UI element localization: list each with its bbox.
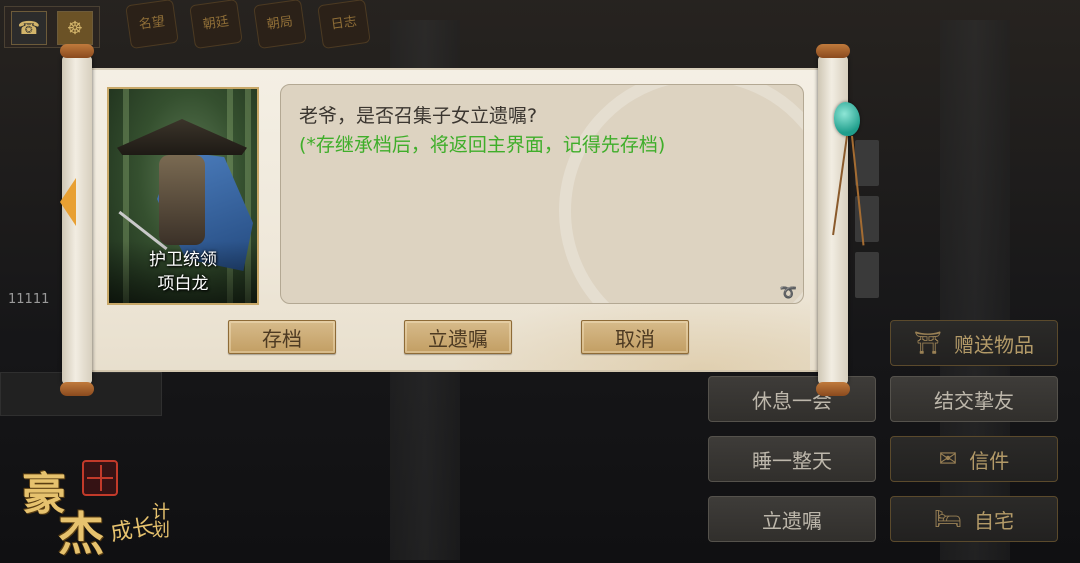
sleep-label: 睡一整天 <box>752 448 832 473</box>
bed-icon: 🛏 <box>934 506 962 532</box>
will-action-label: 立遗嘱 <box>762 508 822 533</box>
envelope-icon: ✉ <box>938 446 958 472</box>
phone-icon[interactable]: ☎ <box>11 11 47 45</box>
home-label: 自宅 <box>973 508 1014 533</box>
tab-fame[interactable]: 名望 <box>125 0 179 50</box>
gift-item-label: 赠送物品 <box>953 332 1034 357</box>
make-will-button[interactable]: 立遗嘱 <box>404 320 512 354</box>
character-title: 护卫统领 <box>149 250 217 270</box>
tab-situation[interactable]: 朝局 <box>253 0 307 50</box>
rest-button[interactable]: 休息一会 <box>708 376 876 422</box>
character-portrait: 护卫统领 项白龙 <box>107 87 259 305</box>
sleep-button[interactable]: 睡一整天 <box>708 436 876 482</box>
left-value: 11111 <box>8 292 50 307</box>
speech-box: 老爷，是否召集子女立遗嘱? (*存继承档后，将返回主界面，记得先存档) ➰ <box>280 84 804 304</box>
tab-log[interactable]: 日志 <box>317 0 371 50</box>
curl-ornament-icon: ➰ <box>779 285 797 301</box>
logo-char-2: 杰 <box>58 507 104 561</box>
gift-item-button[interactable]: ⛩ 赠送物品 <box>890 320 1058 366</box>
gift-icon: ⛩ <box>914 330 942 356</box>
befriend-button[interactable]: 结交挚友 <box>890 376 1058 422</box>
top-left-panel: ☎ ☸ <box>4 6 100 48</box>
game-logo: 豪 杰 成长 计划 <box>18 458 183 561</box>
letters-button[interactable]: ✉ 信件 <box>890 436 1058 482</box>
character-name: 项白龙 <box>157 274 209 294</box>
will-action-button[interactable]: 立遗嘱 <box>708 496 876 542</box>
meditate-icon[interactable]: ☸ <box>57 11 93 45</box>
background-buttons <box>855 140 879 340</box>
tab-court[interactable]: 朝廷 <box>189 0 243 50</box>
cancel-button[interactable]: 取消 <box>581 320 689 354</box>
home-button[interactable]: 🛏 自宅 <box>890 496 1058 542</box>
dialog-message: 老爷，是否召集子女立遗嘱? <box>299 105 538 127</box>
save-button[interactable]: 存档 <box>228 320 336 354</box>
top-tabs: 名望 朝廷 朝局 日志 <box>125 0 371 50</box>
character-name-box: 护卫统领 项白龙 <box>109 241 257 303</box>
logo-small-2: 计划 <box>149 502 170 538</box>
jade-pendant-icon <box>834 102 860 136</box>
letters-label: 信件 <box>969 448 1010 473</box>
left-arrow-icon <box>60 178 76 226</box>
seal-icon <box>82 460 118 496</box>
befriend-label: 结交挚友 <box>934 388 1014 413</box>
dialog-hint: (*存继承档后，将返回主界面，记得先存档) <box>299 134 666 156</box>
